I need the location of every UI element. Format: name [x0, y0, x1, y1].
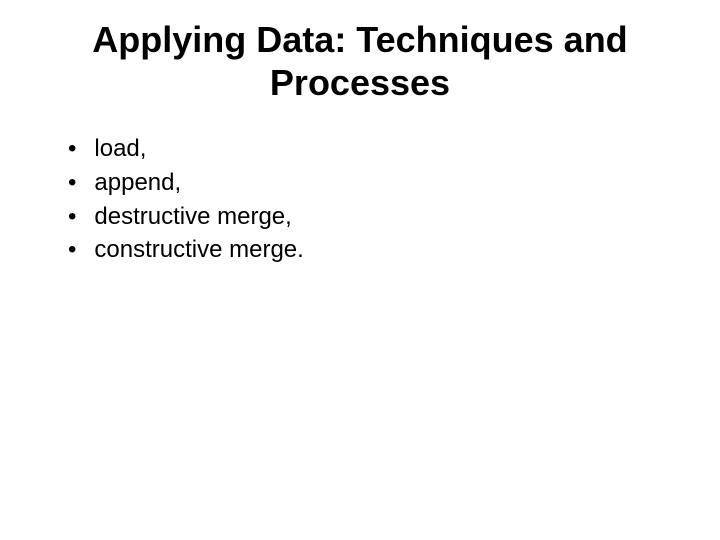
list-item: • destructive merge, [68, 200, 690, 234]
bullet-icon: • [68, 166, 76, 200]
slide-title: Applying Data: Techniques and Processes [30, 18, 690, 104]
list-item: • constructive merge. [68, 233, 690, 267]
list-item: • append, [68, 166, 690, 200]
bullet-list: • load, • append, • destructive merge, •… [30, 132, 690, 266]
bullet-icon: • [68, 132, 76, 166]
bullet-text: load, [94, 132, 690, 166]
bullet-text: destructive merge, [94, 200, 690, 234]
bullet-text: constructive merge. [94, 233, 690, 267]
bullet-icon: • [68, 233, 76, 267]
bullet-icon: • [68, 200, 76, 234]
bullet-text: append, [94, 166, 690, 200]
list-item: • load, [68, 132, 690, 166]
